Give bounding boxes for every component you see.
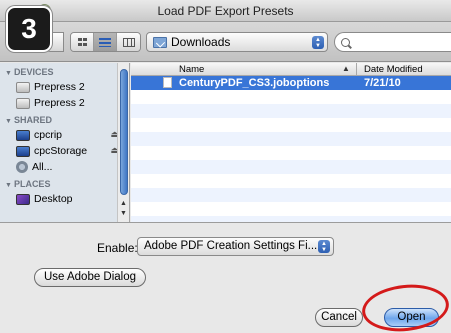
empty-row <box>131 132 451 146</box>
popup-stepper-icon: ▲ ▼ <box>312 36 324 49</box>
sidebar-item-cpcrip[interactable]: cpcrip ⏏ <box>0 127 129 143</box>
file-name: CenturyPDF_CS3.joboptions <box>179 77 330 89</box>
empty-row <box>131 188 451 202</box>
disk-icon <box>16 81 30 93</box>
disclosure-triangle-icon: ▼ <box>5 118 12 125</box>
empty-row <box>131 104 451 118</box>
sidebar: ▼ DEVICES Prepress 2 Prepress 2 ▼ SHARED c… <box>0 63 130 222</box>
step-number-badge: 3 <box>6 6 52 52</box>
toolbar: Downloads ▲ ▼ <box>0 22 451 62</box>
list-view-button[interactable] <box>94 33 117 51</box>
view-mode-control <box>70 32 141 52</box>
scroll-up-arrow-icon[interactable]: ▲ <box>120 200 127 207</box>
column-divider[interactable] <box>356 63 357 76</box>
date-column-header[interactable]: Date Modified <box>364 64 423 75</box>
empty-row <box>131 146 451 160</box>
popup-stepper-icon: ▲ ▼ <box>318 240 330 253</box>
sidebar-section-places[interactable]: ▼ PLACES <box>0 175 129 191</box>
sidebar-section-shared[interactable]: ▼ SHARED <box>0 111 129 127</box>
enable-label: Enable: <box>97 241 138 255</box>
sidebar-scrollbar[interactable]: ▲ ▼ <box>117 63 129 222</box>
sidebar-section-devices[interactable]: ▼ DEVICES <box>0 63 129 79</box>
file-row[interactable]: CenturyPDF_CS3.joboptions 7/21/10 <box>131 76 451 90</box>
empty-row <box>131 160 451 174</box>
sidebar-item-prepress-2[interactable]: Prepress 2 <box>0 79 129 95</box>
sidebar-item-prepress-2-second[interactable]: Prepress 2 <box>0 95 129 111</box>
sort-ascending-icon: ▲ <box>342 64 350 73</box>
file-list: Name ▲ Date Modified CenturyPDF_CS3.jobo… <box>131 63 451 222</box>
columns-icon <box>122 37 135 47</box>
enable-popup-value: Adobe PDF Creation Settings Fi... <box>144 240 318 252</box>
column-view-button[interactable] <box>117 33 140 51</box>
disk-icon <box>16 97 30 109</box>
empty-row <box>131 202 451 216</box>
downloads-folder-icon <box>153 36 167 48</box>
location-popup[interactable]: Downloads ▲ ▼ <box>146 32 328 52</box>
grid-icon <box>77 38 87 46</box>
desktop-icon <box>16 193 30 205</box>
network-icon <box>16 161 28 173</box>
empty-row <box>131 118 451 132</box>
disclosure-triangle-icon: ▼ <box>5 182 12 189</box>
scroll-thumb[interactable] <box>120 69 128 195</box>
file-date: 7/21/10 <box>364 77 401 89</box>
location-label: Downloads <box>171 35 231 49</box>
monitor-icon <box>16 145 30 157</box>
title-bar: Load PDF Export Presets <box>0 0 451 22</box>
list-icon <box>99 37 111 47</box>
column-header: Name ▲ Date Modified <box>131 63 451 76</box>
open-dialog-window: Load PDF Export Presets 3 Downloads ▲ ▼ ▼… <box>0 0 451 333</box>
icon-view-button[interactable] <box>71 33 94 51</box>
search-icon <box>341 37 350 47</box>
sidebar-item-cpcstorage[interactable]: cpcStorage ⏏ <box>0 143 129 159</box>
search-field[interactable] <box>334 32 451 52</box>
use-adobe-dialog-button[interactable]: Use Adobe Dialog <box>34 268 146 287</box>
empty-row <box>131 174 451 188</box>
window-title: Load PDF Export Presets <box>157 4 294 18</box>
empty-row <box>131 90 451 104</box>
sidebar-item-desktop[interactable]: Desktop <box>0 191 129 207</box>
sidebar-item-all[interactable]: All... <box>0 159 129 175</box>
monitor-icon <box>16 129 30 141</box>
scroll-down-arrow-icon[interactable]: ▼ <box>120 210 127 217</box>
disclosure-triangle-icon: ▼ <box>5 70 12 77</box>
cancel-button[interactable]: Cancel <box>315 308 363 327</box>
document-icon <box>163 77 172 88</box>
name-column-header[interactable]: Name <box>179 64 204 75</box>
enable-popup[interactable]: Adobe PDF Creation Settings Fi... ▲ ▼ <box>137 237 334 256</box>
